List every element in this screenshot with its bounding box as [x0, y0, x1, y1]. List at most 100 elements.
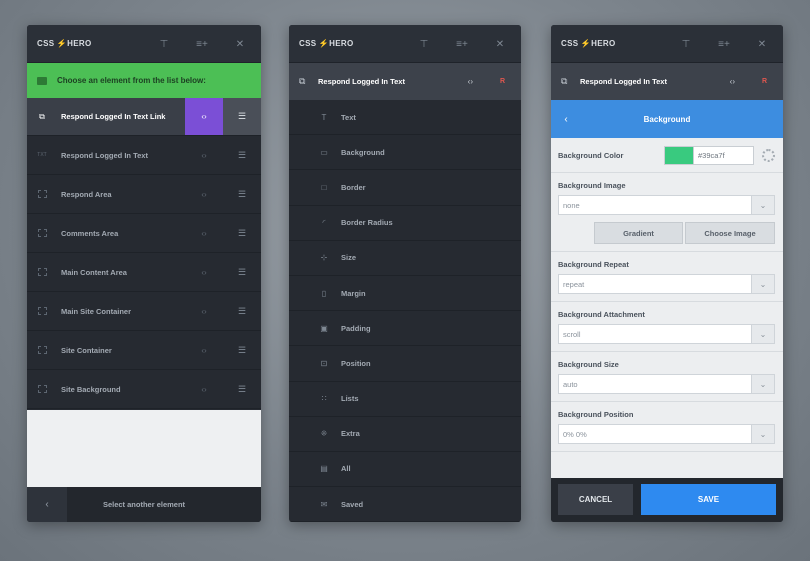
- color-swatch[interactable]: [664, 146, 694, 165]
- selected-element-bar: ⧉ Respond Logged In Text ‹› R: [289, 63, 521, 100]
- property-label: Extra: [341, 429, 360, 439]
- box-icon: [27, 190, 57, 198]
- gradient-button[interactable]: Gradient: [594, 222, 683, 244]
- background-size-select[interactable]: auto ⌄: [558, 374, 775, 394]
- choose-element-banner: Choose an element from the list below:: [27, 63, 261, 98]
- property-row[interactable]: ▯ Margin: [289, 276, 521, 312]
- select-value: auto: [563, 379, 578, 389]
- back-button[interactable]: ‹: [27, 487, 67, 522]
- element-row[interactable]: Site Container ‹› ☰: [27, 331, 261, 370]
- property-row[interactable]: ⊡ Position: [289, 346, 521, 382]
- property-row[interactable]: ▤ All: [289, 452, 521, 488]
- property-row[interactable]: ✉ Saved: [289, 487, 521, 522]
- reset-button[interactable]: R: [762, 78, 767, 85]
- menu-icon[interactable]: ☰: [223, 136, 261, 174]
- chevron-down-icon: ⌄: [751, 196, 774, 214]
- property-row[interactable]: ⁜ Extra: [289, 417, 521, 452]
- background-settings: Background Color #39ca7f Background Imag…: [551, 138, 783, 478]
- property-row[interactable]: ◜ Border Radius: [289, 206, 521, 241]
- css-hero-logo: CSS ⚡HERO: [37, 39, 92, 48]
- pin-icon[interactable]: ⊤: [679, 39, 693, 50]
- back-chevron-icon[interactable]: ‹: [551, 114, 581, 125]
- chevron-down-icon: ⌄: [751, 375, 774, 393]
- element-row[interactable]: Main Content Area ‹› ☰: [27, 253, 261, 292]
- text-icon: T: [321, 112, 327, 122]
- property-label: Border: [341, 182, 366, 192]
- close-icon[interactable]: ✕: [755, 39, 769, 50]
- property-row[interactable]: ▣ Padding: [289, 311, 521, 347]
- element-row[interactable]: Respond Area ‹› ☰: [27, 175, 261, 214]
- panel-footer: ‹ Select another element: [27, 487, 261, 522]
- save-button[interactable]: SAVE: [641, 484, 776, 515]
- menu-icon[interactable]: ☰: [223, 331, 261, 369]
- element-row[interactable]: Site Background ‹› ☰: [27, 370, 261, 409]
- menu-icon[interactable]: ☰: [223, 175, 261, 213]
- property-group-panel: CSS ⚡HERO ⊤ ≡+ ✕ ⧉ Respond Logged In Tex…: [289, 25, 521, 522]
- background-repeat-select[interactable]: repeat ⌄: [558, 274, 775, 294]
- code-icon[interactable]: ‹›: [185, 98, 223, 135]
- property-row[interactable]: ▭ Background: [289, 135, 521, 171]
- property-row[interactable]: ∷ Lists: [289, 382, 521, 417]
- section-title: Background: [643, 114, 691, 124]
- code-icon[interactable]: ‹›: [185, 136, 223, 174]
- background-attachment-select[interactable]: scroll ⌄: [558, 324, 775, 344]
- select-value: scroll: [563, 329, 581, 339]
- element-row[interactable]: TXT Respond Logged In Text ‹› ☰: [27, 136, 261, 175]
- background-image-select[interactable]: none ⌄: [558, 195, 775, 215]
- menu-icon[interactable]: ☰: [223, 98, 261, 135]
- element-row[interactable]: Comments Area ‹› ☰: [27, 214, 261, 253]
- menu-icon[interactable]: ☰: [223, 253, 261, 291]
- code-icon[interactable]: ‹›: [185, 292, 223, 330]
- choose-image-button[interactable]: Choose Image: [685, 222, 775, 244]
- css-hero-logo: CSS ⚡HERO: [299, 39, 354, 48]
- menu-icon[interactable]: ☰: [223, 370, 261, 408]
- all-icon: ▤: [320, 464, 328, 474]
- code-icon[interactable]: ‹›: [468, 77, 473, 86]
- select-another-element-button[interactable]: Select another element: [67, 500, 261, 509]
- size-icon: ⊹: [320, 253, 328, 263]
- pin-icon[interactable]: ⊤: [417, 39, 431, 50]
- cancel-button[interactable]: CANCEL: [558, 484, 633, 515]
- add-list-icon[interactable]: ≡+: [195, 39, 209, 50]
- element-label: Site Background: [61, 384, 121, 394]
- code-icon[interactable]: ‹›: [185, 175, 223, 213]
- action-footer: CANCEL SAVE: [551, 478, 783, 522]
- close-icon[interactable]: ✕: [493, 39, 507, 50]
- menu-icon[interactable]: ☰: [223, 292, 261, 330]
- close-icon[interactable]: ✕: [233, 39, 247, 50]
- pin-icon[interactable]: ⊤: [157, 39, 171, 50]
- select-value: none: [563, 200, 580, 210]
- lists-icon: ∷: [321, 394, 327, 404]
- background-color-label: Background Color: [558, 151, 624, 160]
- property-row[interactable]: □ Border: [289, 170, 521, 206]
- external-link-icon: ⧉: [561, 76, 568, 86]
- select-value: repeat: [563, 279, 585, 289]
- element-row[interactable]: ⧉ Respond Logged In Text Link ‹› ☰: [27, 98, 261, 136]
- empty-area: [27, 410, 261, 487]
- element-label: Comments Area: [61, 228, 119, 238]
- menu-icon[interactable]: ☰: [223, 214, 261, 252]
- background-position-select[interactable]: 0% 0% ⌄: [558, 424, 775, 444]
- code-icon[interactable]: ‹›: [185, 331, 223, 369]
- add-list-icon[interactable]: ≡+: [717, 39, 731, 50]
- background-icon: ▭: [320, 147, 328, 157]
- code-icon[interactable]: ‹›: [730, 77, 735, 86]
- background-attachment-section: Background Attachment scroll ⌄: [551, 302, 783, 352]
- code-icon[interactable]: ‹›: [185, 370, 223, 408]
- color-hex-input[interactable]: #39ca7f: [694, 146, 754, 165]
- box-icon: [27, 307, 57, 315]
- code-icon[interactable]: ‹›: [185, 214, 223, 252]
- property-label: Saved: [341, 499, 364, 509]
- property-row[interactable]: ⊹ Size: [289, 241, 521, 276]
- element-row[interactable]: Main Site Container ‹› ☰: [27, 292, 261, 331]
- reset-button[interactable]: R: [500, 78, 505, 85]
- background-size-label: Background Size: [558, 360, 619, 369]
- property-row[interactable]: T Text: [289, 100, 521, 136]
- border-icon: □: [321, 182, 327, 192]
- property-label: Size: [341, 253, 357, 263]
- background-color-section: Background Color #39ca7f: [551, 138, 783, 173]
- code-icon[interactable]: ‹›: [185, 253, 223, 291]
- color-picker-icon[interactable]: [762, 149, 775, 162]
- property-label: Position: [341, 358, 371, 368]
- add-list-icon[interactable]: ≡+: [455, 39, 469, 50]
